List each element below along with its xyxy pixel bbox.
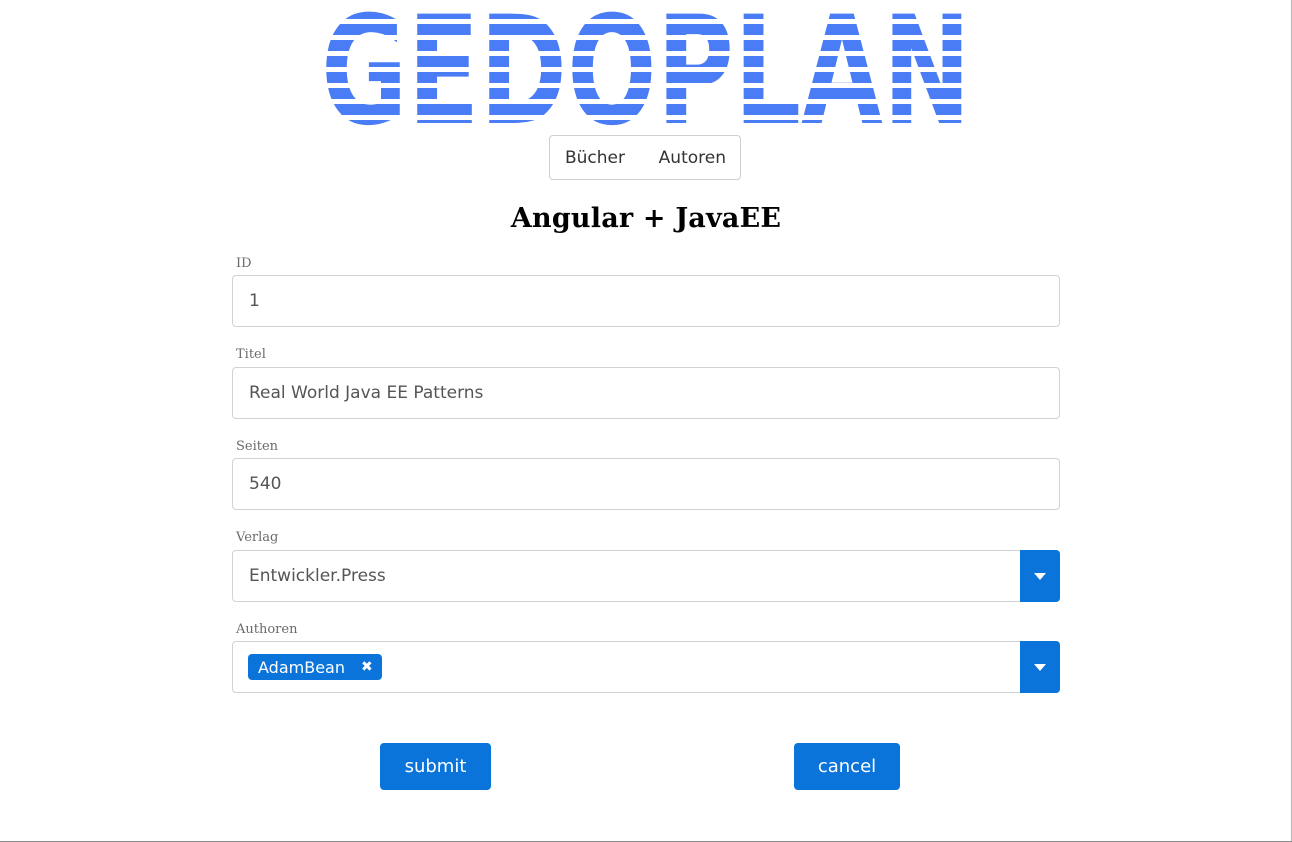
submit-button[interactable]: submit	[380, 743, 491, 790]
publisher-selected-value: Entwickler.Press	[249, 566, 386, 586]
id-input[interactable]	[233, 276, 1059, 326]
pages-label: Seiten	[236, 439, 279, 454]
id-field-wrapper	[232, 275, 1060, 327]
cancel-button[interactable]: cancel	[794, 743, 900, 790]
publisher-dropdown-toggle[interactable]	[1020, 550, 1060, 602]
publisher-dropdown[interactable]: Entwickler.Press	[232, 550, 1060, 602]
pages-input[interactable]	[233, 459, 1059, 509]
pages-field-wrapper	[232, 458, 1060, 510]
nav-link-books[interactable]: Bücher	[565, 148, 625, 168]
id-label: ID	[236, 256, 252, 271]
authors-dropdown-toggle[interactable]	[1020, 641, 1060, 693]
title-input[interactable]	[233, 368, 1059, 418]
authors-multiselect[interactable]: AdamBean ✖	[232, 641, 1060, 693]
caret-down-icon	[1034, 572, 1046, 580]
nav-link-authors[interactable]: Autoren	[659, 148, 726, 168]
main-nav: Bücher Autoren	[549, 135, 741, 180]
author-chip: AdamBean ✖	[248, 654, 382, 680]
caret-down-icon	[1034, 663, 1046, 671]
publisher-label: Verlag	[236, 530, 279, 545]
title-field-wrapper	[232, 367, 1060, 419]
page-title: Angular + JavaEE	[510, 203, 782, 234]
svg-text:GEDOPLAN: GEDOPLAN	[321, 8, 971, 126]
author-chip-label: AdamBean	[258, 657, 345, 677]
authors-label: Authoren	[236, 622, 298, 637]
logo: GEDOPLAN GEDOPLAN	[320, 8, 972, 126]
title-label: Titel	[236, 347, 266, 362]
remove-chip-icon[interactable]: ✖	[361, 660, 373, 674]
logo-text: GEDOPLAN	[320, 126, 321, 127]
